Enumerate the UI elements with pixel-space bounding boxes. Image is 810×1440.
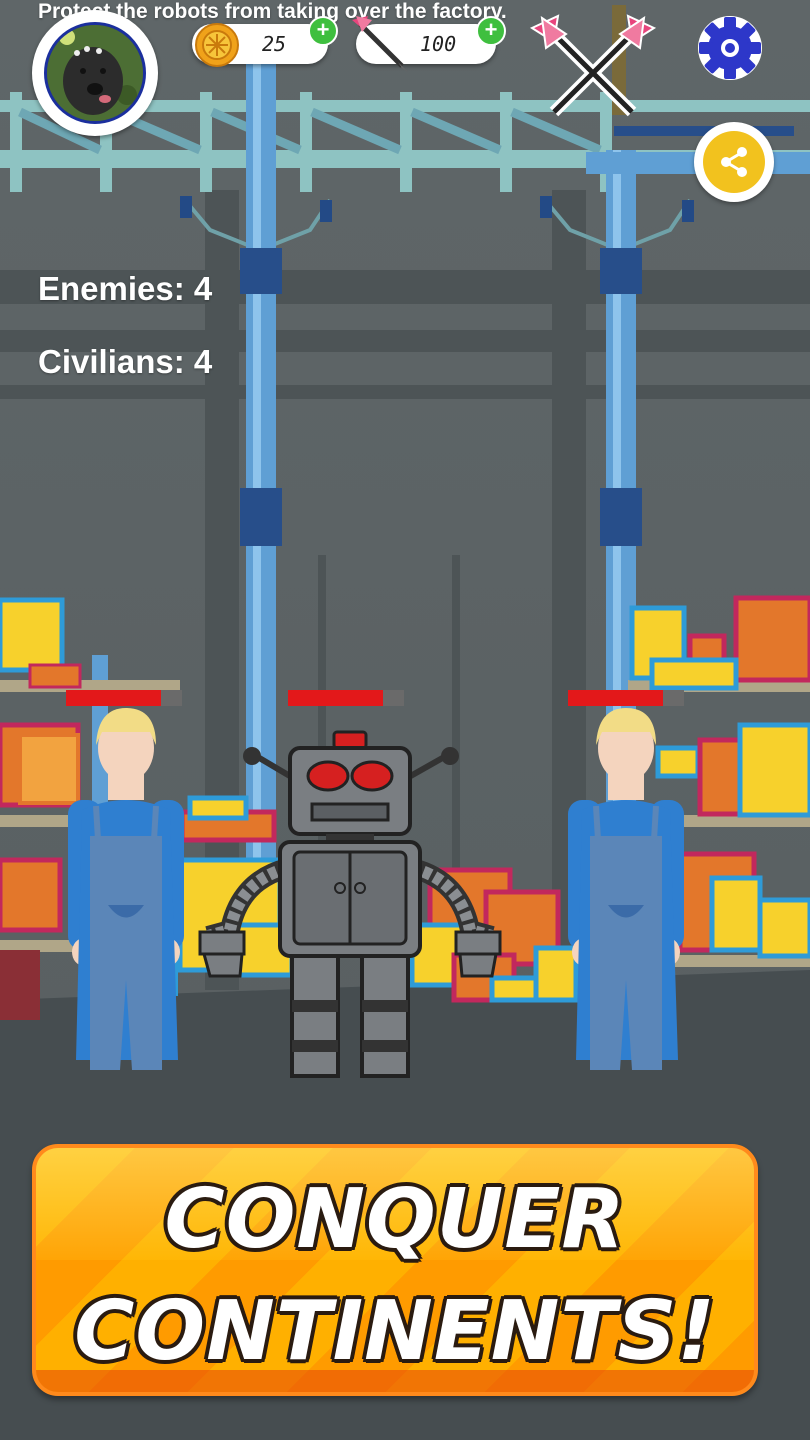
darts-value: 100 (420, 32, 457, 56)
add-darts-button[interactable]: + (476, 16, 506, 46)
gear-icon[interactable] (694, 12, 766, 84)
banner-line-2: CONTINENTS! (74, 1284, 716, 1379)
health-bar-robot (288, 690, 383, 706)
enemies-counter: Enemies: 4 (38, 270, 213, 307)
civilians-counter: Civilians: 4 (38, 343, 213, 380)
add-coins-button[interactable]: + (308, 16, 338, 46)
dart-icon (352, 16, 408, 72)
health-bar-left-civilian (66, 690, 161, 706)
conquer-continents-banner[interactable]: CONQUER CONTINENTS! (32, 1144, 758, 1396)
crossed-darts-icon[interactable] (528, 14, 658, 120)
coin-icon (195, 23, 239, 67)
share-button[interactable] (694, 122, 774, 202)
share-icon (721, 147, 747, 177)
dog-avatar-icon (44, 22, 146, 124)
player-avatar[interactable] (32, 10, 158, 136)
darts-counter: 100 (352, 16, 496, 72)
banner-line-1: CONQUER (164, 1172, 626, 1267)
coins-value: 25 (262, 32, 287, 56)
health-bar-right-civilian (568, 690, 663, 706)
